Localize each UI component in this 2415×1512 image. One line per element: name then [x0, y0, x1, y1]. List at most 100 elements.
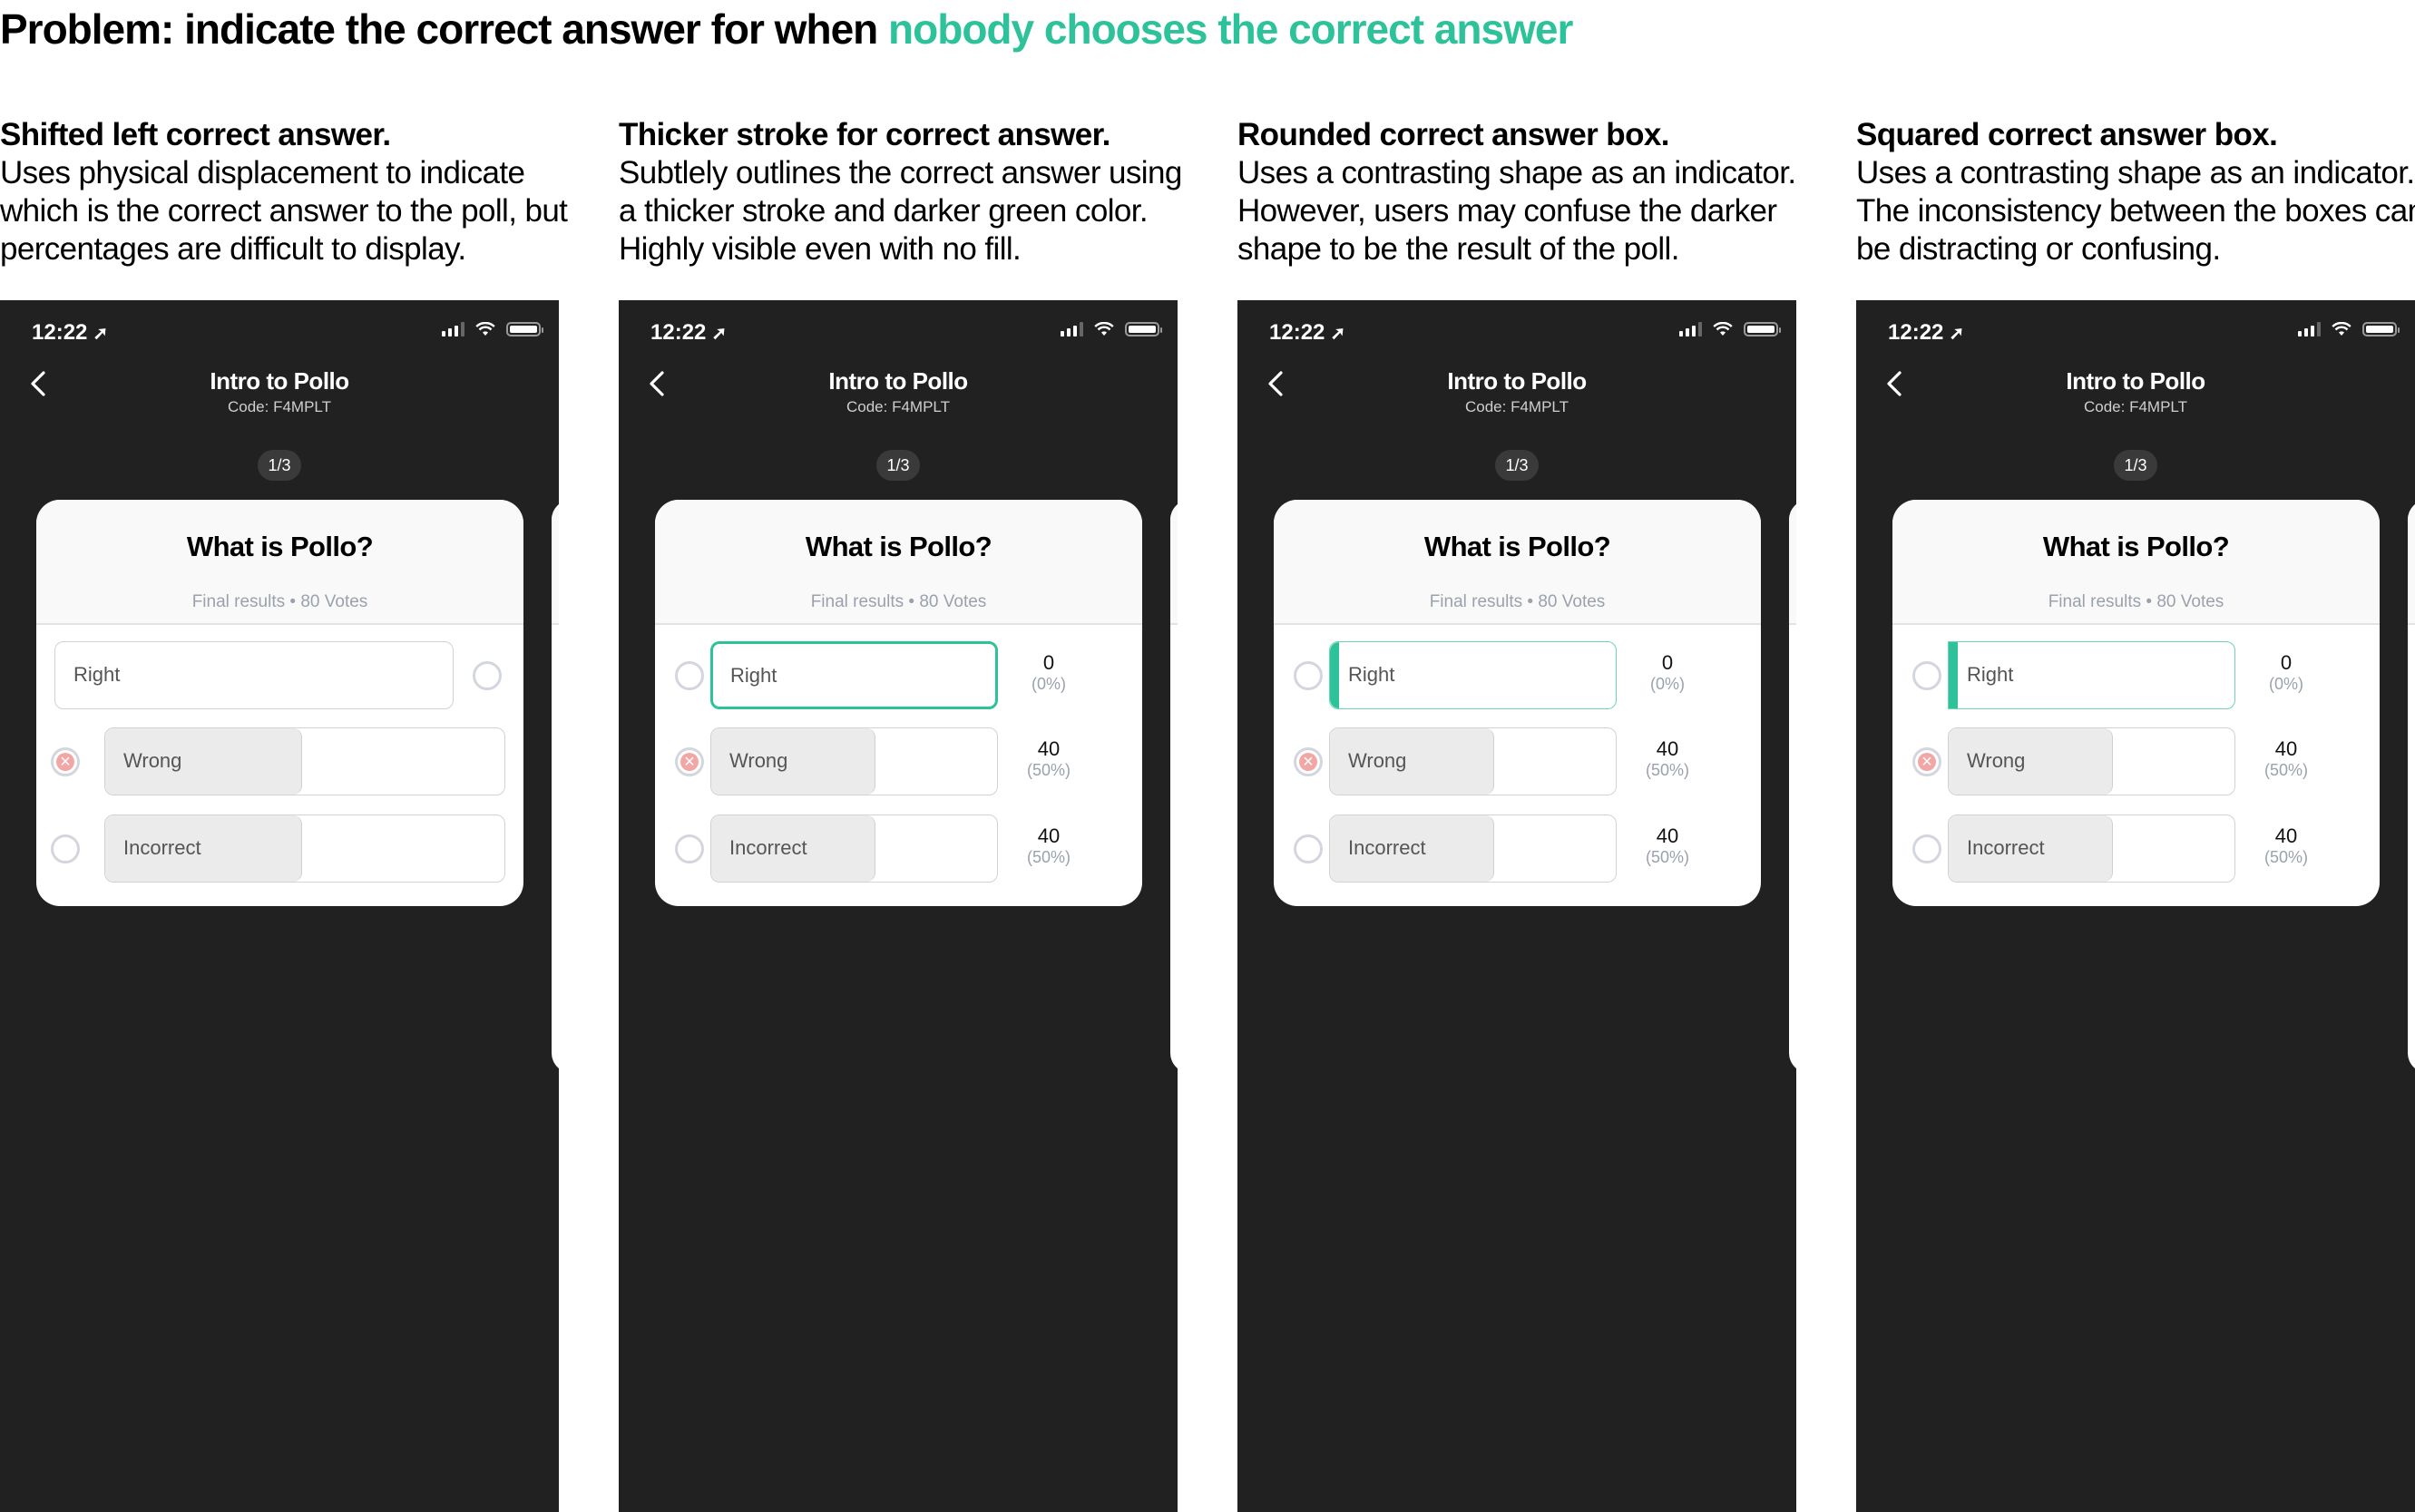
answer-label: Right [73, 663, 121, 686]
close-x-icon: × [1921, 752, 1932, 772]
vote-count: 40 (50%) [2250, 738, 2322, 780]
variant-title: Shifted left correct answer. [0, 117, 391, 152]
answer-option-incorrect[interactable]: Incorrect [1948, 815, 2235, 883]
poll-card-header: What is Pollo? Final results • 80 Votes [36, 500, 523, 625]
variant-caption: Shifted left correct answer. Uses physic… [0, 116, 581, 268]
close-x-icon: × [684, 752, 695, 772]
answer-label: Right [1348, 663, 1395, 686]
variant-caption: Rounded correct answer box. Uses a contr… [1237, 116, 1818, 268]
answer-radio[interactable] [473, 661, 502, 690]
answer-option-right[interactable]: Right [1329, 641, 1617, 709]
poll-card-header: What is Pollo? Final results • 80 Votes [1274, 500, 1761, 625]
status-time-text: 12:22 [32, 320, 88, 345]
answer-label: Right [730, 664, 777, 687]
answer-label: Incorrect [123, 836, 201, 859]
poll-card: What is Pollo? Final results • 80 Votes … [36, 500, 523, 906]
close-x-icon: × [1303, 752, 1314, 772]
vote-count: 0 (0%) [1012, 652, 1085, 694]
answer-option-incorrect[interactable]: Incorrect [710, 815, 998, 883]
status-time: 12:22 ➚ [1269, 320, 1345, 346]
results-summary: Final results • 80 Votes [2048, 592, 2224, 611]
answer-label: Wrong [123, 749, 182, 772]
battery-icon [2362, 322, 2400, 337]
vote-percent: (0%) [1031, 675, 1066, 693]
vote-count: 40 (50%) [1012, 738, 1085, 780]
correct-answer-indicator [1330, 642, 1339, 708]
vote-percent: (0%) [1649, 675, 1685, 693]
vote-count: 0 (0%) [2250, 652, 2322, 694]
selected-wrong-radio[interactable]: × [51, 747, 80, 776]
location-arrow-icon: ➚ [93, 324, 109, 344]
battery-icon [1125, 322, 1162, 337]
vote-number: 0 [1661, 651, 1674, 674]
phone-screen: 12:22 ➚ Intro to Pollo Code: F4MPLT 1/3 W… [1237, 300, 1796, 1512]
status-time: 12:22 ➚ [1888, 320, 1964, 346]
answer-option-incorrect[interactable]: Incorrect [1329, 815, 1617, 883]
variant-column-3: Rounded correct answer box. Uses a contr… [1237, 0, 1796, 1512]
answer-label: Incorrect [729, 836, 807, 859]
results-summary: Final results • 80 Votes [810, 592, 987, 611]
vote-number: 40 [1656, 824, 1679, 847]
answer-label: Incorrect [1348, 836, 1426, 859]
phone-screen: 12:22 ➚ Intro to Pollo Code: F4MPLT 1/3 W… [619, 300, 1178, 1512]
variant-caption: Squared correct answer box. Uses a contr… [1856, 116, 2415, 268]
wifi-icon [475, 322, 495, 336]
answer-option-wrong[interactable]: Wrong [710, 727, 998, 795]
variant-description: Uses a contrasting shape as an indicator… [1237, 155, 1796, 267]
poll-card: What is Pollo? Final results • 80 Votes … [655, 500, 1142, 906]
question-page-indicator: 1/3 [258, 450, 301, 481]
vote-percent: (50%) [1026, 848, 1071, 866]
answer-label: Wrong [729, 749, 788, 772]
answer-radio[interactable] [1294, 661, 1323, 690]
vote-count: 40 (50%) [1631, 825, 1704, 867]
question-page-indicator: 1/3 [1495, 450, 1539, 481]
vote-percent: (50%) [1026, 761, 1071, 779]
selected-wrong-radio[interactable]: × [675, 747, 704, 776]
answer-radio[interactable] [1912, 834, 1941, 863]
selected-wrong-radio[interactable]: × [1912, 747, 1941, 776]
results-summary: Final results • 80 Votes [191, 592, 368, 611]
answer-radio[interactable] [1912, 661, 1941, 690]
status-icons [1061, 322, 1162, 337]
answer-radio[interactable] [675, 834, 704, 863]
variant-description: Uses a contrasting shape as an indicator… [1856, 155, 2415, 267]
answer-radio[interactable] [1294, 834, 1323, 863]
location-arrow-icon: ➚ [1330, 324, 1346, 344]
next-question-card[interactable] [552, 500, 559, 1073]
vote-number: 0 [2280, 651, 2293, 674]
next-question-card[interactable] [2408, 500, 2415, 1073]
vote-percent: (50%) [2263, 848, 2308, 866]
poll-card: What is Pollo? Final results • 80 Votes … [1892, 500, 2380, 906]
selected-wrong-radio[interactable]: × [1294, 747, 1323, 776]
vote-number: 40 [1037, 824, 1061, 847]
vote-count: 40 (50%) [1631, 738, 1704, 780]
variant-title: Squared correct answer box. [1856, 117, 2278, 152]
answer-option-right[interactable]: Right [1948, 641, 2235, 709]
answer-option-wrong[interactable]: Wrong [1329, 727, 1617, 795]
answer-option-wrong[interactable]: Wrong [104, 727, 505, 795]
answer-option-right[interactable]: Right [54, 641, 454, 709]
variant-column-4: Squared correct answer box. Uses a contr… [1856, 0, 2415, 1512]
answer-option-incorrect[interactable]: Incorrect [104, 815, 505, 883]
answer-option-right[interactable]: Right [710, 641, 998, 709]
question-page-indicator: 1/3 [876, 450, 920, 481]
vote-percent: (50%) [1645, 761, 1689, 779]
vote-number: 0 [1042, 651, 1055, 674]
variant-title: Thicker stroke for correct answer. [619, 117, 1110, 152]
cellular-signal-icon [2298, 322, 2321, 337]
answer-radio[interactable] [675, 661, 704, 690]
wifi-icon [1713, 322, 1733, 336]
variant-column-2: Thicker stroke for correct answer. Subtl… [619, 0, 1182, 1512]
status-time-text: 12:22 [1269, 320, 1325, 345]
location-arrow-icon: ➚ [1949, 324, 1965, 344]
answer-radio[interactable] [51, 834, 80, 863]
answer-label: Right [1967, 663, 2014, 686]
phone-screen: 12:22 ➚ Intro to Pollo Code: F4MPLT 1/3 W… [1856, 300, 2415, 1512]
next-question-card[interactable] [1789, 500, 1796, 1073]
next-question-card[interactable] [1170, 500, 1178, 1073]
poll-card: What is Pollo? Final results • 80 Votes … [1274, 500, 1761, 906]
session-title: Intro to Pollo [210, 367, 349, 395]
answer-option-wrong[interactable]: Wrong [1948, 727, 2235, 795]
poll-card-header: What is Pollo? Final results • 80 Votes [1892, 500, 2380, 625]
vote-number: 40 [1656, 737, 1679, 760]
